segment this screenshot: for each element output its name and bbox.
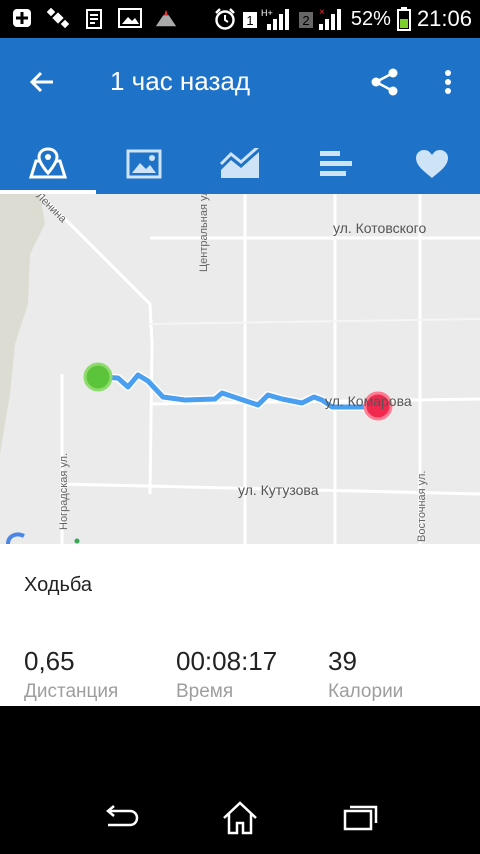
stat-calories-label: Калории — [328, 681, 404, 702]
nav-home-button[interactable] — [217, 798, 263, 838]
status-bar: 1 H+ 2 × 52% 21:06 — [0, 0, 480, 38]
route-map[interactable]: ул. Котовского ул. Комарова ул. Кутузова… — [0, 194, 480, 544]
alarm-icon — [213, 7, 237, 31]
stat-calories-value: 39 — [328, 646, 357, 676]
nav-back-button[interactable] — [98, 798, 144, 838]
sim1-signal-icon: 1 H+ — [242, 7, 293, 31]
stat-calories: 39 Калории — [328, 646, 403, 704]
tab-bar — [0, 134, 480, 194]
street-label-centralnaya: Центральная ул. — [198, 194, 210, 272]
heart-icon — [416, 150, 448, 178]
arrow-back-icon — [29, 71, 53, 93]
volcano-icon — [154, 6, 178, 30]
share-icon — [371, 68, 398, 96]
street-label-kutuzova: ул. Кутузова — [238, 482, 319, 498]
google-logo-dot — [74, 538, 80, 544]
tab-map[interactable] — [0, 134, 96, 194]
add-icon — [10, 6, 34, 30]
share-button[interactable] — [365, 62, 405, 102]
start-marker[interactable] — [83, 362, 113, 392]
park-area — [0, 194, 45, 454]
activity-type: Ходьба — [24, 574, 93, 596]
nav-back-icon — [106, 805, 139, 827]
tab-heart[interactable] — [384, 134, 480, 194]
nav-home-icon — [223, 801, 257, 835]
map-icon — [28, 147, 68, 179]
stat-distance-value: 0,65 — [24, 646, 75, 676]
activity-summary: Ходьба 0,65 Дистанция 00:08:17 Время 39 … — [0, 544, 480, 706]
svg-text:2: 2 — [302, 13, 309, 28]
tab-photos[interactable] — [96, 134, 192, 194]
battery-icon — [396, 7, 411, 31]
battery-percent: 52% — [350, 8, 391, 30]
image-icon — [118, 6, 142, 30]
back-button[interactable] — [22, 62, 62, 102]
system-nav-bar — [0, 706, 480, 854]
nav-recents-icon — [343, 805, 378, 831]
tab-splits[interactable] — [288, 134, 384, 194]
street-label-kotovskogo: ул. Котовского — [333, 220, 427, 236]
photo-icon — [126, 149, 162, 179]
more-button[interactable] — [428, 62, 468, 102]
nav-recents-button[interactable] — [337, 798, 383, 838]
satellite-icon — [46, 6, 70, 30]
chart-icon — [219, 148, 260, 178]
stat-distance-label: Дистанция — [24, 681, 119, 702]
clock: 21:06 — [416, 6, 472, 31]
street-label-nogradskaya: Ноградская ул. — [58, 452, 70, 530]
app-bar: 1 час назад — [0, 38, 480, 194]
stat-duration: 00:08:17 Время — [176, 646, 277, 704]
more-vert-icon — [445, 70, 451, 94]
page-title: 1 час назад — [110, 66, 250, 96]
road-lenina — [38, 194, 154, 495]
stat-duration-value: 00:08:17 — [176, 646, 278, 676]
stat-duration-label: Время — [176, 681, 234, 702]
clipboard-icon — [82, 6, 106, 30]
stat-distance: 0,65 Дистанция — [24, 646, 118, 704]
svg-text:1: 1 — [246, 13, 253, 28]
road-minor — [149, 318, 480, 325]
google-logo — [6, 532, 25, 544]
street-label-vostochnaya: Восточная ул. — [416, 470, 428, 542]
street-label-komarova: ул. Комарова — [325, 393, 412, 409]
svg-text:×: × — [319, 7, 325, 18]
svg-text:H+: H+ — [261, 8, 273, 18]
sim2-signal-icon: 2 × — [298, 7, 345, 31]
tab-chart[interactable] — [192, 134, 288, 194]
bars-icon — [320, 151, 352, 176]
